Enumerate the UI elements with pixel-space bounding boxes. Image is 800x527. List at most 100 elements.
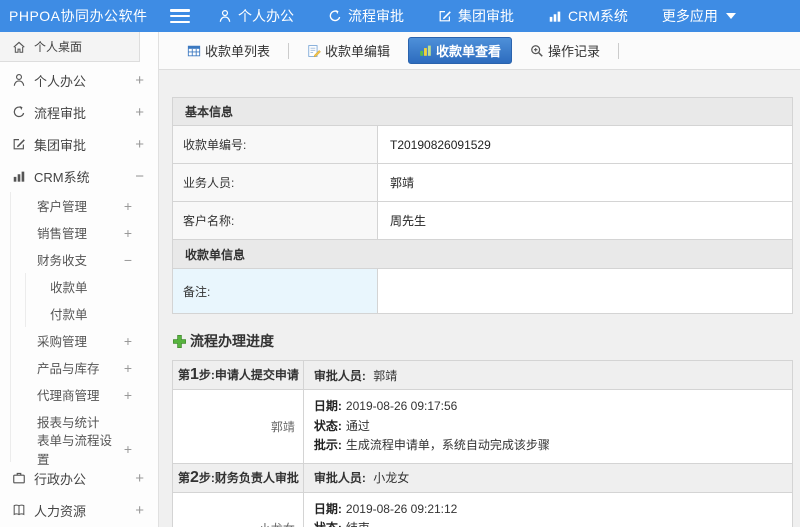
sidebar-item-label: 报表与统计: [37, 416, 100, 430]
topnav-personal-office[interactable]: 个人办公: [218, 6, 294, 26]
sidebar-item-payment-order[interactable]: 付款单: [26, 300, 158, 327]
sidebar-item-label: 个人办公: [34, 73, 87, 89]
expand-icon[interactable]: +: [135, 470, 144, 487]
sidebar-item-human-resources[interactable]: 人力资源 +: [0, 494, 158, 526]
expand-icon[interactable]: +: [124, 225, 132, 241]
detail-date-line: 日期: 2019-08-26 09:17:56: [314, 397, 782, 417]
sidebar-item-label: 集团审批: [34, 137, 87, 153]
flow-icon: [12, 105, 26, 119]
sidebar-item-label: 销售管理: [37, 227, 88, 241]
table-row: 客户名称: 周先生: [172, 201, 793, 240]
receipt-view-content: 基本信息 收款单编号: T20190826091529 业务人员: 郭靖 客户名…: [159, 70, 800, 527]
hamburger-menu-icon[interactable]: [170, 9, 190, 23]
field-value-receipt-no: T20190826091529: [377, 125, 793, 164]
sidebar-item-label: 个人桌面: [34, 40, 83, 54]
topnav-workflow-approval[interactable]: 流程审批: [328, 6, 404, 26]
step-title: 第2步:财务负责人审批: [172, 462, 304, 493]
sidebar-item-label: 代理商管理: [37, 389, 100, 403]
date-value: 2019-08-26 09:17:56: [345, 399, 458, 413]
approver-label: 审批人员:: [313, 368, 366, 383]
sidebar-item-personal-office[interactable]: 个人办公 +: [0, 64, 158, 96]
sidebar-item-crm-system[interactable]: CRM系统 −: [0, 160, 158, 192]
sidebar: 个人桌面 个人办公 + 流程审批 + 集团审批 + CRM系统 − 客户管理 +…: [0, 32, 159, 527]
date-value: 2019-08-26 09:21:12: [345, 501, 458, 516]
topnav-group-approval[interactable]: 集团审批: [438, 6, 514, 26]
table-row: 业务人员: 郭靖: [172, 163, 793, 202]
sidebar-item-finance-inout[interactable]: 财务收支 −: [11, 246, 158, 273]
user-icon: [12, 73, 26, 87]
field-label-receipt-no: 收款单编号:: [172, 125, 378, 164]
collapse-icon[interactable]: −: [124, 252, 132, 268]
sidebar-item-purchase-mgmt[interactable]: 采购管理 +: [11, 327, 158, 354]
sidebar-item-workflow-approval[interactable]: 流程审批 +: [0, 96, 158, 128]
tab-receipt-view[interactable]: 收款单查看: [408, 37, 513, 64]
expand-icon[interactable]: +: [135, 502, 144, 519]
sidebar-item-label: 财务收支: [37, 254, 88, 268]
date-label: 日期:: [313, 399, 342, 413]
finance-submenu: 收款单 付款单: [25, 273, 158, 327]
sidebar-item-customer-mgmt[interactable]: 客户管理 +: [11, 192, 158, 219]
main-panel: 收款单列表 收款单编辑 收款单查看 操作记录 基本信息 收款单编号: T2019…: [159, 32, 800, 527]
sidebar-item-label: 人力资源: [34, 503, 87, 519]
sidebar-item-label: 采购管理: [37, 335, 88, 349]
expand-icon[interactable]: +: [135, 104, 144, 121]
progress-section-title: 流程办理进度: [172, 331, 793, 351]
app-title: PHPOA协同办公软件: [9, 8, 148, 24]
home-icon: [12, 40, 26, 54]
detail-status-line: 状态: 结束: [314, 519, 782, 527]
expand-icon[interactable]: +: [124, 387, 132, 403]
chart-icon: [548, 9, 562, 23]
expand-icon[interactable]: +: [124, 333, 132, 349]
expand-icon[interactable]: +: [124, 441, 132, 457]
chart-icon: [12, 169, 26, 183]
green-plus-icon: [172, 334, 187, 349]
tab-label: 收款单查看: [436, 44, 502, 59]
step-detail-row: 小龙女 日期:2019-08-26 09:21:12 状态:结束 批示:通过: [172, 491, 794, 527]
sidebar-item-label: 客户管理: [37, 200, 88, 214]
detail-status-line: 状态: 通过: [314, 417, 782, 437]
tab-receipt-edit[interactable]: 收款单编辑: [299, 38, 398, 63]
tab-receipt-list[interactable]: 收款单列表: [179, 38, 278, 63]
field-label-sales-person: 业务人员:: [172, 163, 378, 202]
topnav-label: 集团审批: [458, 8, 514, 24]
sidebar-item-receipt-order[interactable]: 收款单: [26, 273, 158, 300]
sidebar-item-group-approval[interactable]: 集团审批 +: [0, 128, 158, 160]
approver-label: 审批人员:: [313, 471, 366, 485]
sidebar-item-sales-mgmt[interactable]: 销售管理 +: [11, 219, 158, 246]
sidebar-item-label: 流程审批: [34, 105, 87, 121]
table-row: 备注:: [172, 268, 793, 314]
topnav-more-apps[interactable]: 更多应用: [662, 6, 736, 26]
expand-icon[interactable]: +: [124, 198, 132, 214]
book-icon: [12, 503, 26, 517]
tab-separator: [288, 42, 290, 59]
progress-table: 第1步:申请人提交申请 审批人员: 郭靖 郭靖 日期: 2019-08-26 09…: [172, 360, 794, 527]
date-label: 日期:: [313, 501, 342, 516]
topnav-label: CRM系统: [568, 8, 628, 24]
crm-submenu: 客户管理 + 销售管理 + 财务收支 − 收款单 付款单 采购管理 + 产品与库…: [10, 192, 158, 467]
section-title-basic-info: 基本信息: [172, 97, 793, 126]
step-number: 1: [190, 366, 199, 383]
step-header-row: 第2步:财务负责人审批 审批人员: 小龙女: [172, 462, 794, 493]
status-label: 状态:: [313, 418, 342, 433]
tab-operation-log[interactable]: 操作记录: [522, 38, 608, 63]
edit-doc-icon: [307, 44, 321, 58]
section-title-receipt-info: 收款单信息: [172, 239, 793, 269]
receipt-info-table: 基本信息 收款单编号: T20190826091529 业务人员: 郭靖 客户名…: [172, 97, 793, 314]
approver-person-name: 郭靖: [172, 389, 304, 464]
caret-down-icon: [725, 13, 736, 19]
collapse-icon[interactable]: −: [135, 168, 144, 185]
sidebar-item-agent-mgmt[interactable]: 代理商管理 +: [11, 381, 158, 408]
approver-name: 郭靖: [373, 368, 398, 383]
expand-icon[interactable]: +: [135, 136, 144, 153]
sidebar-item-form-flow-settings[interactable]: 表单与流程设置 +: [11, 434, 158, 467]
briefcase-icon: [12, 471, 26, 485]
expand-icon[interactable]: +: [124, 360, 132, 376]
sidebar-item-personal-desktop[interactable]: 个人桌面: [0, 32, 140, 62]
topnav-crm-system[interactable]: CRM系统: [548, 6, 628, 26]
sidebar-item-label: 表单与流程设置: [37, 433, 113, 467]
topnav-label: 个人办公: [238, 8, 294, 24]
field-value-customer-name: 周先生: [377, 201, 793, 240]
expand-icon[interactable]: +: [135, 72, 144, 89]
sidebar-item-product-inventory[interactable]: 产品与库存 +: [11, 354, 158, 381]
approver-person-name: 小龙女: [172, 491, 304, 527]
